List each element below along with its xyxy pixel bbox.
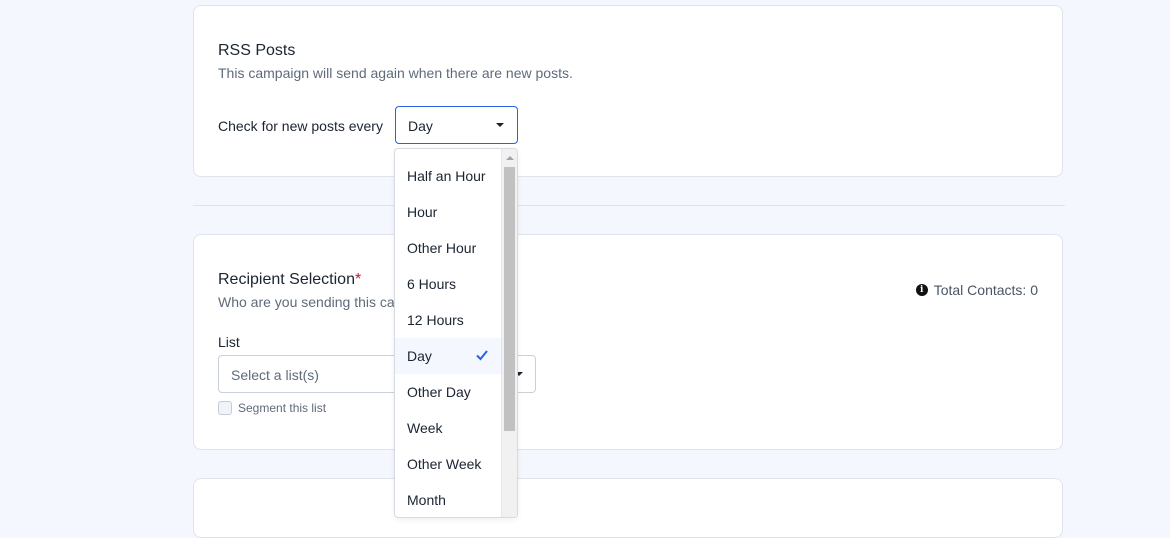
scroll-up-arrow-icon[interactable]: [506, 156, 514, 160]
dropdown-option-label: Hour: [407, 204, 438, 220]
total-contacts-text: Total Contacts: 0: [933, 282, 1038, 298]
dropdown-option-label: Other Week: [407, 456, 482, 472]
dropdown-option[interactable]: Half an Hour: [395, 158, 501, 194]
recipient-selection-card: Recipient Selection* Who are you sending…: [193, 234, 1063, 450]
total-contacts: i Total Contacts: 0: [915, 282, 1038, 298]
dropdown-option-label: Half an Hour: [407, 168, 486, 184]
list-select-placeholder: Select a list(s): [231, 367, 319, 383]
dropdown-option[interactable]: Month: [395, 482, 501, 517]
info-icon: i: [915, 284, 928, 296]
dropdown-option[interactable]: Other Hour: [395, 230, 501, 266]
dropdown-option-label: 12 Hours: [407, 312, 464, 328]
dropdown-option-label: 6 Hours: [407, 276, 457, 292]
check-icon: [476, 350, 488, 361]
rss-posts-title: RSS Posts: [218, 42, 296, 59]
dropdown-option[interactable]: Other Day: [395, 374, 501, 410]
section-divider: [193, 205, 1065, 206]
dropdown-option-label: Month: [407, 492, 446, 508]
dropdown-option[interactable]: Hour: [395, 194, 501, 230]
required-marker: *: [354, 271, 362, 288]
frequency-dropdown-menu[interactable]: Half an Hour Hour Other Hour 6 Hours 12 Hour…: [394, 148, 518, 518]
dropdown-option[interactable]: Other Week: [395, 446, 501, 482]
dropdown-option[interactable]: 12 Hours: [395, 302, 501, 338]
dropdown-option-label: Day: [407, 348, 432, 364]
segment-checkbox[interactable]: [218, 401, 232, 415]
dropdown-option-label: Other Day: [407, 384, 471, 400]
recipient-title: Recipient Selection*: [218, 271, 361, 289]
dropdown-scrollbar[interactable]: [501, 149, 517, 517]
rss-posts-card: RSS Posts This campaign will send again …: [193, 5, 1063, 177]
scrollbar-thumb[interactable]: [504, 167, 515, 431]
segment-checkbox-label[interactable]: Segment this list: [238, 401, 326, 415]
dropdown-option-label: Week: [407, 420, 443, 436]
frequency-label: Check for new posts every: [218, 118, 383, 134]
next-section-card: [193, 478, 1063, 538]
recipient-subtitle: Who are you sending this ca: [218, 294, 395, 310]
caret-down-icon: [496, 123, 504, 127]
dropdown-option[interactable]: 6 Hours: [395, 266, 501, 302]
list-label: List: [218, 334, 240, 350]
dropdown-option[interactable]: Week: [395, 410, 501, 446]
frequency-select[interactable]: Day: [395, 106, 518, 144]
frequency-select-value: Day: [408, 118, 433, 134]
dropdown-option[interactable]: Day: [395, 338, 501, 374]
dropdown-option-label: Other Hour: [407, 240, 477, 256]
recipient-title-text: Recipient Selection: [218, 271, 355, 288]
rss-posts-subtitle: This campaign will send again when there…: [218, 65, 573, 81]
